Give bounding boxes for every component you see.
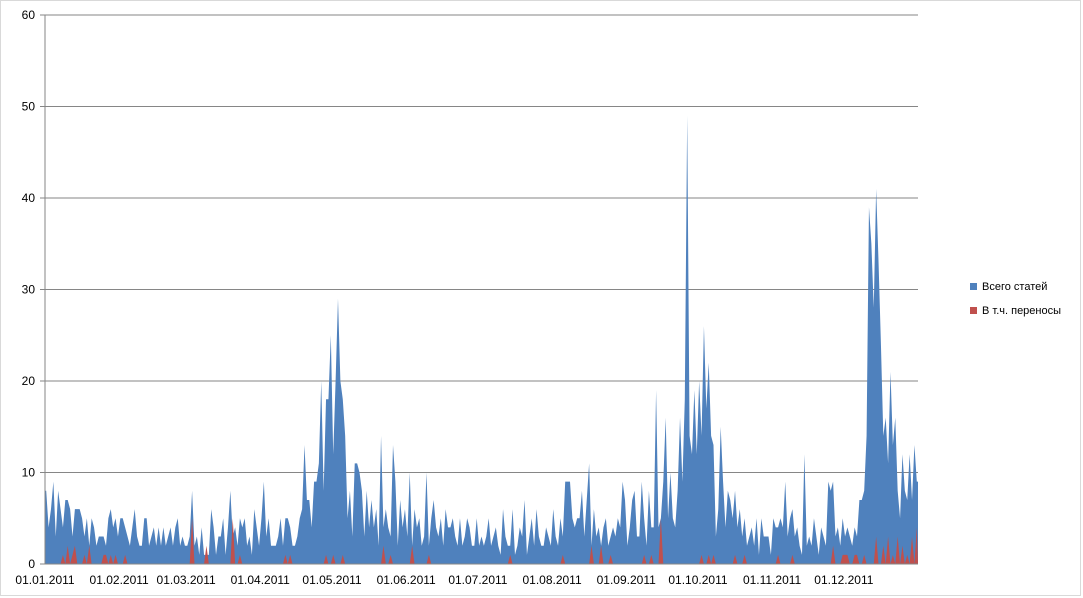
area-chart: 0 10 20 30 40 50 60 01.01.2011 01.02.2011 01.03.… [15,8,1061,587]
x-tick-label: 01.02.2011 [90,573,149,587]
x-tick-label: 01.03.2011 [157,573,216,587]
legend-swatch [970,307,977,314]
y-tick-labels: 0 10 20 30 40 50 60 [22,8,36,571]
series-area-total [45,115,918,565]
y-tick-label: 20 [22,374,36,388]
x-tick-label: 01.01.2011 [15,573,74,587]
x-tick-label: 01.05.2011 [302,573,361,587]
x-tick-label: 01.09.2011 [597,573,656,587]
series-areas [45,115,918,565]
x-tick-label: 01.10.2011 [668,573,727,587]
y-tick-label: 30 [22,283,36,297]
x-tick-labels: 01.01.2011 01.02.2011 01.03.2011 01.04.2011… [15,573,873,587]
legend-swatch [970,283,977,290]
x-tick-label: 01.12.2011 [814,573,873,587]
x-tick-label: 01.04.2011 [231,573,290,587]
y-tick-label: 50 [22,100,36,114]
legend: Всего статей В т.ч. переносы [970,281,1061,317]
gridlines [45,14,918,473]
legend-label: Всего статей [982,281,1047,293]
x-tick-label: 01.11.2011 [743,573,802,587]
x-tick-label: 01.08.2011 [522,573,581,587]
y-tick-label: 10 [22,466,36,480]
x-tick-label: 01.06.2011 [377,573,436,587]
y-tick-label: 40 [22,191,36,205]
y-tick-label: 0 [28,557,35,571]
x-tick-label: 01.07.2011 [448,573,507,587]
legend-label: В т.ч. переносы [982,305,1061,317]
y-tick-label: 60 [22,8,36,22]
